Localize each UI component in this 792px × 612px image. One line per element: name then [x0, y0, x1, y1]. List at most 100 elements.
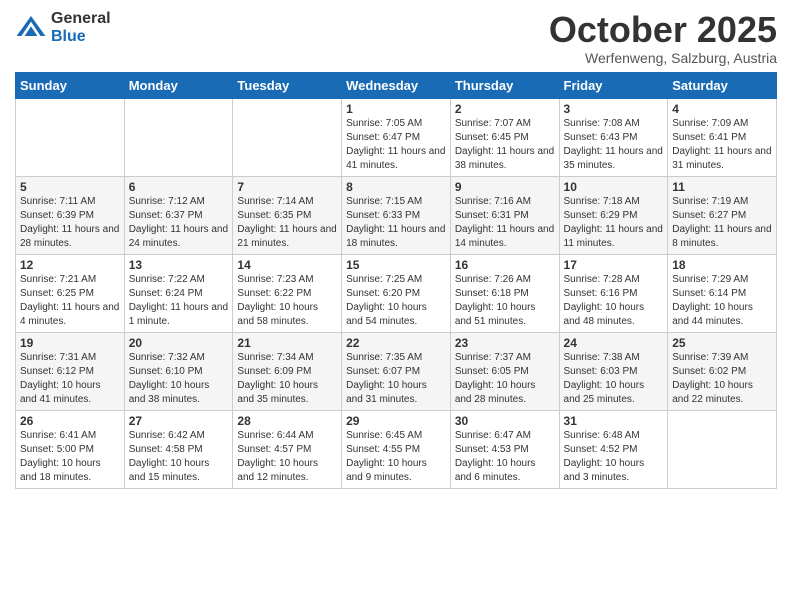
- day-info: Sunrise: 7:25 AM Sunset: 6:20 PM Dayligh…: [346, 273, 446, 329]
- day-info: Sunrise: 7:11 AM Sunset: 6:39 PM Dayligh…: [20, 195, 120, 251]
- day-number: 12: [20, 258, 120, 272]
- day-info: Sunrise: 7:35 AM Sunset: 6:07 PM Dayligh…: [346, 351, 446, 407]
- day-info: Sunrise: 7:16 AM Sunset: 6:31 PM Dayligh…: [455, 195, 555, 251]
- header-right: October 2025 Werfenweng, Salzburg, Austr…: [549, 10, 777, 66]
- day-number: 5: [20, 180, 120, 194]
- week-row-3: 12Sunrise: 7:21 AM Sunset: 6:25 PM Dayli…: [16, 254, 777, 332]
- day-cell-4-3: 29Sunrise: 6:45 AM Sunset: 4:55 PM Dayli…: [342, 410, 451, 488]
- day-cell-1-0: 5Sunrise: 7:11 AM Sunset: 6:39 PM Daylig…: [16, 176, 125, 254]
- day-cell-0-2: [233, 98, 342, 176]
- day-number: 15: [346, 258, 446, 272]
- day-number: 10: [564, 180, 664, 194]
- col-tuesday: Tuesday: [233, 72, 342, 98]
- day-cell-0-0: [16, 98, 125, 176]
- week-row-2: 5Sunrise: 7:11 AM Sunset: 6:39 PM Daylig…: [16, 176, 777, 254]
- day-info: Sunrise: 7:21 AM Sunset: 6:25 PM Dayligh…: [20, 273, 120, 329]
- day-info: Sunrise: 7:29 AM Sunset: 6:14 PM Dayligh…: [672, 273, 772, 329]
- logo-general-text: General: [51, 10, 111, 28]
- day-cell-3-6: 25Sunrise: 7:39 AM Sunset: 6:02 PM Dayli…: [668, 332, 777, 410]
- day-info: Sunrise: 6:41 AM Sunset: 5:00 PM Dayligh…: [20, 429, 120, 485]
- day-cell-0-5: 3Sunrise: 7:08 AM Sunset: 6:43 PM Daylig…: [559, 98, 668, 176]
- day-cell-1-2: 7Sunrise: 7:14 AM Sunset: 6:35 PM Daylig…: [233, 176, 342, 254]
- day-info: Sunrise: 7:23 AM Sunset: 6:22 PM Dayligh…: [237, 273, 337, 329]
- day-cell-4-5: 31Sunrise: 6:48 AM Sunset: 4:52 PM Dayli…: [559, 410, 668, 488]
- day-number: 31: [564, 414, 664, 428]
- day-info: Sunrise: 6:47 AM Sunset: 4:53 PM Dayligh…: [455, 429, 555, 485]
- day-info: Sunrise: 7:05 AM Sunset: 6:47 PM Dayligh…: [346, 117, 446, 173]
- day-number: 9: [455, 180, 555, 194]
- day-info: Sunrise: 7:32 AM Sunset: 6:10 PM Dayligh…: [129, 351, 229, 407]
- day-number: 24: [564, 336, 664, 350]
- day-number: 11: [672, 180, 772, 194]
- day-number: 26: [20, 414, 120, 428]
- day-info: Sunrise: 7:12 AM Sunset: 6:37 PM Dayligh…: [129, 195, 229, 251]
- day-cell-1-5: 10Sunrise: 7:18 AM Sunset: 6:29 PM Dayli…: [559, 176, 668, 254]
- day-info: Sunrise: 7:14 AM Sunset: 6:35 PM Dayligh…: [237, 195, 337, 251]
- day-cell-1-1: 6Sunrise: 7:12 AM Sunset: 6:37 PM Daylig…: [124, 176, 233, 254]
- day-number: 18: [672, 258, 772, 272]
- week-row-1: 1Sunrise: 7:05 AM Sunset: 6:47 PM Daylig…: [16, 98, 777, 176]
- day-number: 27: [129, 414, 229, 428]
- day-cell-2-4: 16Sunrise: 7:26 AM Sunset: 6:18 PM Dayli…: [450, 254, 559, 332]
- day-cell-3-1: 20Sunrise: 7:32 AM Sunset: 6:10 PM Dayli…: [124, 332, 233, 410]
- day-number: 4: [672, 102, 772, 116]
- day-cell-4-6: [668, 410, 777, 488]
- logo: General Blue: [15, 10, 111, 45]
- day-info: Sunrise: 6:45 AM Sunset: 4:55 PM Dayligh…: [346, 429, 446, 485]
- col-monday: Monday: [124, 72, 233, 98]
- col-friday: Friday: [559, 72, 668, 98]
- logo-blue-text: Blue: [51, 28, 111, 46]
- day-info: Sunrise: 7:07 AM Sunset: 6:45 PM Dayligh…: [455, 117, 555, 173]
- day-info: Sunrise: 7:19 AM Sunset: 6:27 PM Dayligh…: [672, 195, 772, 251]
- day-number: 19: [20, 336, 120, 350]
- day-cell-0-3: 1Sunrise: 7:05 AM Sunset: 6:47 PM Daylig…: [342, 98, 451, 176]
- day-info: Sunrise: 6:42 AM Sunset: 4:58 PM Dayligh…: [129, 429, 229, 485]
- day-info: Sunrise: 7:22 AM Sunset: 6:24 PM Dayligh…: [129, 273, 229, 329]
- day-number: 20: [129, 336, 229, 350]
- day-cell-3-4: 23Sunrise: 7:37 AM Sunset: 6:05 PM Dayli…: [450, 332, 559, 410]
- day-number: 28: [237, 414, 337, 428]
- day-info: Sunrise: 7:08 AM Sunset: 6:43 PM Dayligh…: [564, 117, 664, 173]
- week-row-4: 19Sunrise: 7:31 AM Sunset: 6:12 PM Dayli…: [16, 332, 777, 410]
- day-info: Sunrise: 7:28 AM Sunset: 6:16 PM Dayligh…: [564, 273, 664, 329]
- day-number: 16: [455, 258, 555, 272]
- day-cell-1-3: 8Sunrise: 7:15 AM Sunset: 6:33 PM Daylig…: [342, 176, 451, 254]
- day-cell-2-0: 12Sunrise: 7:21 AM Sunset: 6:25 PM Dayli…: [16, 254, 125, 332]
- header: General Blue October 2025 Werfenweng, Sa…: [15, 10, 777, 66]
- day-number: 25: [672, 336, 772, 350]
- calendar: Sunday Monday Tuesday Wednesday Thursday…: [15, 72, 777, 489]
- day-cell-3-2: 21Sunrise: 7:34 AM Sunset: 6:09 PM Dayli…: [233, 332, 342, 410]
- day-number: 17: [564, 258, 664, 272]
- day-cell-2-3: 15Sunrise: 7:25 AM Sunset: 6:20 PM Dayli…: [342, 254, 451, 332]
- header-row: Sunday Monday Tuesday Wednesday Thursday…: [16, 72, 777, 98]
- day-cell-2-6: 18Sunrise: 7:29 AM Sunset: 6:14 PM Dayli…: [668, 254, 777, 332]
- day-number: 21: [237, 336, 337, 350]
- day-number: 8: [346, 180, 446, 194]
- day-cell-0-4: 2Sunrise: 7:07 AM Sunset: 6:45 PM Daylig…: [450, 98, 559, 176]
- day-number: 13: [129, 258, 229, 272]
- day-number: 14: [237, 258, 337, 272]
- day-info: Sunrise: 7:38 AM Sunset: 6:03 PM Dayligh…: [564, 351, 664, 407]
- col-saturday: Saturday: [668, 72, 777, 98]
- logo-text: General Blue: [51, 10, 111, 45]
- day-cell-4-0: 26Sunrise: 6:41 AM Sunset: 5:00 PM Dayli…: [16, 410, 125, 488]
- logo-icon: [15, 12, 47, 44]
- day-cell-2-5: 17Sunrise: 7:28 AM Sunset: 6:16 PM Dayli…: [559, 254, 668, 332]
- day-cell-3-0: 19Sunrise: 7:31 AM Sunset: 6:12 PM Dayli…: [16, 332, 125, 410]
- day-info: Sunrise: 7:18 AM Sunset: 6:29 PM Dayligh…: [564, 195, 664, 251]
- day-number: 1: [346, 102, 446, 116]
- day-cell-3-3: 22Sunrise: 7:35 AM Sunset: 6:07 PM Dayli…: [342, 332, 451, 410]
- day-cell-4-2: 28Sunrise: 6:44 AM Sunset: 4:57 PM Dayli…: [233, 410, 342, 488]
- day-number: 22: [346, 336, 446, 350]
- month-title: October 2025: [549, 10, 777, 50]
- col-wednesday: Wednesday: [342, 72, 451, 98]
- day-cell-0-1: [124, 98, 233, 176]
- day-info: Sunrise: 7:37 AM Sunset: 6:05 PM Dayligh…: [455, 351, 555, 407]
- day-info: Sunrise: 7:26 AM Sunset: 6:18 PM Dayligh…: [455, 273, 555, 329]
- day-cell-1-4: 9Sunrise: 7:16 AM Sunset: 6:31 PM Daylig…: [450, 176, 559, 254]
- day-cell-4-1: 27Sunrise: 6:42 AM Sunset: 4:58 PM Dayli…: [124, 410, 233, 488]
- day-info: Sunrise: 6:48 AM Sunset: 4:52 PM Dayligh…: [564, 429, 664, 485]
- day-number: 2: [455, 102, 555, 116]
- location: Werfenweng, Salzburg, Austria: [549, 50, 777, 66]
- week-row-5: 26Sunrise: 6:41 AM Sunset: 5:00 PM Dayli…: [16, 410, 777, 488]
